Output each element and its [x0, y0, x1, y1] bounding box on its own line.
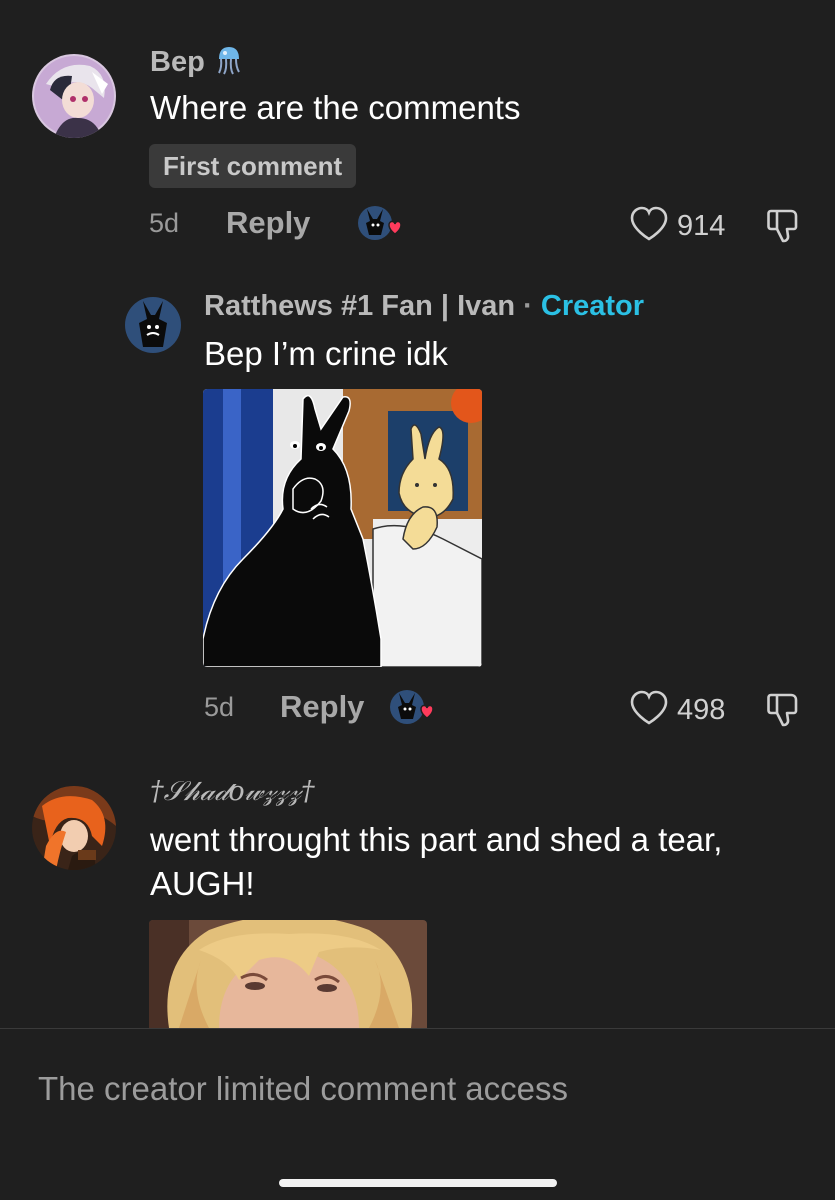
like-count: 914: [677, 210, 726, 242]
comment-text: Bep I’m crine idk: [204, 335, 448, 372]
reply-button[interactable]: Reply: [280, 689, 364, 725]
username[interactable]: Bep: [150, 46, 205, 79]
dislike-icon[interactable]: [765, 205, 805, 250]
comment-text-line-1: went throught this part and shed a tear,: [150, 821, 723, 858]
attached-image[interactable]: [203, 389, 482, 667]
comment-text-line-2: AUGH!: [150, 865, 255, 902]
comment-time: 5d: [149, 208, 180, 238]
jellyfish-icon: [215, 45, 243, 80]
like-group[interactable]: 914: [629, 206, 725, 247]
footer-bar: [0, 1029, 835, 1200]
creator-liked-icon: [357, 203, 403, 248]
attached-image[interactable]: [149, 920, 427, 1028]
comment-time: 5d: [204, 692, 235, 722]
reply-button[interactable]: Reply: [226, 205, 310, 241]
limited-access-notice: The creator limited comment access: [38, 1070, 569, 1107]
first-comment-tag: First comment: [149, 144, 357, 188]
like-group[interactable]: 498: [629, 690, 725, 731]
username[interactable]: Ratthews #1 Fan | Ivan: [204, 290, 515, 322]
username-row: Bep: [150, 44, 243, 80]
comment-text: Where are the comments: [150, 89, 521, 126]
avatar[interactable]: [125, 297, 181, 353]
heart-outline-icon[interactable]: [629, 690, 669, 731]
username-row: Ratthews #1 Fan | Ivan · Creator: [204, 290, 644, 323]
creator-liked-icon: [389, 687, 435, 732]
dislike-icon[interactable]: [765, 689, 805, 734]
avatar[interactable]: [32, 786, 116, 870]
separator-dot: ·: [523, 290, 533, 322]
creator-badge: Creator: [540, 290, 645, 322]
home-indicator[interactable]: [279, 1179, 557, 1187]
heart-outline-icon[interactable]: [629, 206, 669, 247]
like-count: 498: [677, 694, 726, 726]
avatar[interactable]: [32, 54, 116, 138]
username[interactable]: †𝒮𝒽𝒶𝒹𝑜𝓌𝓏𝓏𝓏†: [150, 776, 315, 808]
